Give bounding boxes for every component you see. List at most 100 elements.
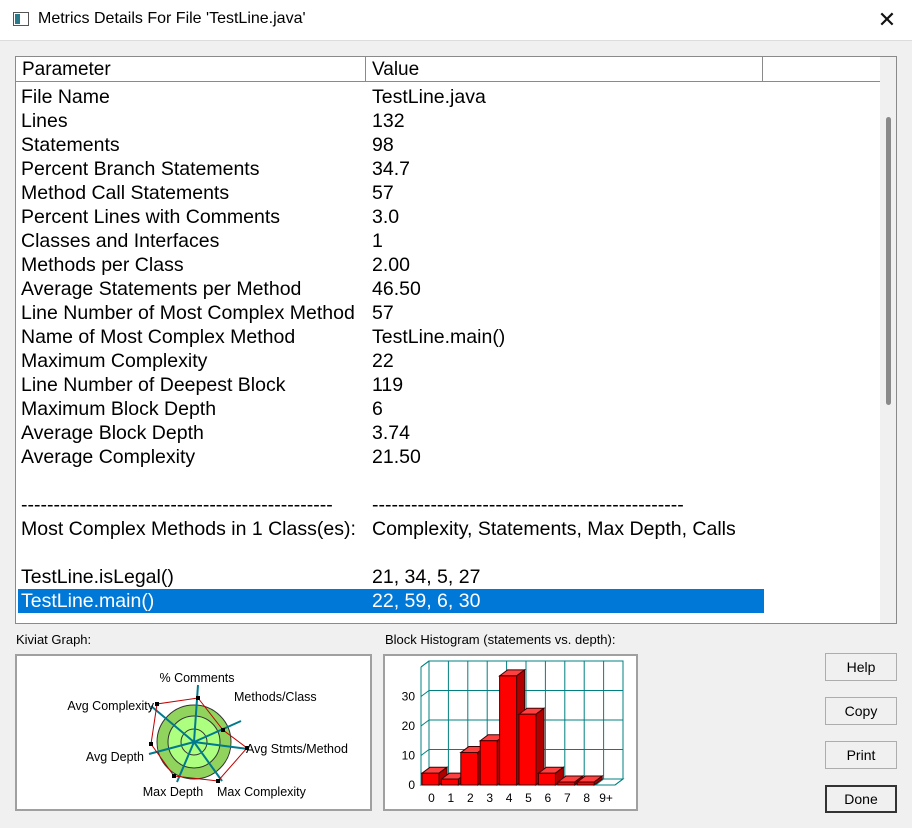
parameter-cell: Most Complex Methods in 1 Class(es):: [21, 518, 356, 540]
table-row[interactable]: Line Number of Most Complex Method 57: [16, 301, 882, 325]
value-cell: 119: [372, 374, 404, 396]
histogram-label: Block Histogram (statements vs. depth):: [385, 632, 616, 647]
done-button[interactable]: Done: [825, 785, 897, 813]
kiviat-axis-label: % Comments: [159, 671, 234, 685]
histogram-bar: [518, 713, 537, 786]
value-cell: TestLine.main(): [372, 326, 506, 348]
value-cell: 3.0: [372, 206, 400, 228]
y-tick-label: 20: [402, 719, 416, 733]
kiviat-axis-label: Max Depth: [143, 785, 203, 799]
table-row[interactable]: Statements 98: [16, 133, 882, 157]
parameter-cell: Percent Lines with Comments: [21, 206, 281, 228]
parameter-cell: Average Block Depth: [21, 422, 204, 444]
parameter-cell: TestLine.isLegal(): [21, 566, 174, 588]
table-row[interactable]: Average Block Depth 3.74: [16, 421, 882, 445]
parameter-cell: Average Complexity: [21, 446, 196, 468]
x-tick-label: 4: [506, 791, 513, 805]
x-tick-label: 8: [583, 791, 590, 805]
value-cell: 1: [372, 230, 383, 252]
y-tick-label: 30: [402, 690, 416, 704]
parameter-cell: Name of Most Complex Method: [21, 326, 296, 348]
table-row[interactable]: Maximum Block Depth 6: [16, 397, 882, 421]
column-header-value[interactable]: Value: [366, 57, 763, 82]
table-rows: File Name TestLine.java Lines 132 Statements…: [16, 85, 882, 613]
y-tick-label: 0: [408, 778, 415, 792]
table-row[interactable]: Methods per Class 2.00: [16, 253, 882, 277]
kiviat-point: [155, 702, 159, 706]
title-bar: Metrics Details For File 'TestLine.java'…: [0, 0, 912, 41]
value-cell: 6: [372, 398, 383, 420]
value-cell: 98: [372, 134, 394, 156]
histogram-bar: [557, 781, 576, 786]
value-cell: 46.50: [372, 278, 421, 300]
table-row[interactable]: File Name TestLine.java: [16, 85, 882, 109]
table-row[interactable]: Classes and Interfaces 1: [16, 229, 882, 253]
table-row[interactable]: Line Number of Deepest Block 119: [16, 373, 882, 397]
table-row[interactable]: [16, 541, 882, 565]
print-button[interactable]: Print: [825, 741, 897, 769]
kiviat-axis-label: Max Complexity: [217, 785, 307, 799]
close-button[interactable]: ✕: [862, 0, 912, 40]
value-cell: TestLine.java: [372, 86, 486, 108]
x-tick-label: 9+: [599, 791, 613, 805]
kiviat-label: Kiviat Graph:: [16, 632, 92, 647]
metrics-table[interactable]: Parameter Value File Name TestLine.java Li…: [15, 56, 897, 624]
kiviat-point: [172, 774, 176, 778]
column-header-parameter[interactable]: Parameter: [16, 57, 366, 82]
value-cell: 22, 59, 6, 30: [372, 590, 481, 612]
kiviat-axis-label: Avg Depth: [86, 750, 144, 764]
table-row[interactable]: [16, 469, 882, 493]
x-tick-label: 6: [545, 791, 552, 805]
histogram-gridline: [420, 660, 430, 668]
table-row[interactable]: Most Complex Methods in 1 Class(es): Comp…: [16, 517, 882, 541]
block-histogram: 01020300 1 2 3 4 5 6 7 8 9+: [402, 660, 625, 805]
histogram-bar: [499, 675, 518, 786]
y-tick-label: 10: [402, 749, 416, 763]
table-row[interactable]: TestLine.isLegal() 21, 34, 5, 27: [16, 565, 882, 589]
value-cell: 3.74: [372, 422, 410, 444]
app-icon: [13, 12, 29, 26]
value-cell: 34.7: [372, 158, 410, 180]
x-tick-label: 7: [564, 791, 571, 805]
kiviat-point: [216, 779, 220, 783]
value-cell: 21.50: [372, 446, 421, 468]
value-cell: 2.00: [372, 254, 410, 276]
value-cell: Complexity, Statements, Max Depth, Calls: [372, 518, 736, 540]
vertical-scrollbar[interactable]: [880, 57, 896, 623]
x-tick-label: 3: [486, 791, 493, 805]
parameter-cell: Statements: [21, 134, 120, 156]
table-row[interactable]: TestLine.main() 22, 59, 6, 30: [16, 589, 882, 613]
table-row[interactable]: ----------------------------------------…: [16, 493, 882, 517]
value-cell: 57: [372, 302, 394, 324]
table-row[interactable]: Method Call Statements 57: [16, 181, 882, 205]
histogram-bar: [460, 752, 479, 786]
kiviat-axis-label: Methods/Class: [234, 690, 317, 704]
value-cell: 132: [372, 110, 405, 132]
table-row[interactable]: Average Complexity 21.50: [16, 445, 882, 469]
parameter-cell: Maximum Block Depth: [21, 398, 217, 420]
kiviat-graph: % CommentsMethods/Class Avg Stmts/Method M…: [67, 671, 348, 799]
kiviat-point: [196, 696, 200, 700]
table-row[interactable]: Percent Branch Statements 34.7: [16, 157, 882, 181]
value-cell: ----------------------------------------…: [372, 494, 684, 516]
x-tick-label: 2: [467, 791, 474, 805]
parameter-cell: File Name: [21, 86, 110, 108]
table-row[interactable]: Average Statements per Method 46.50: [16, 277, 882, 301]
histogram-gridline: [420, 690, 430, 697]
table-row[interactable]: Name of Most Complex Method TestLine.main…: [16, 325, 882, 349]
parameter-cell: TestLine.main(): [21, 590, 155, 612]
histogram-bar: [537, 772, 556, 786]
parameter-cell: Line Number of Most Complex Method: [21, 302, 355, 324]
parameter-cell: Methods per Class: [21, 254, 184, 276]
table-row[interactable]: Percent Lines with Comments 3.0: [16, 205, 882, 229]
help-button[interactable]: Help: [825, 653, 897, 681]
parameter-cell: Method Call Statements: [21, 182, 230, 204]
table-row[interactable]: Lines 132: [16, 109, 882, 133]
table-row[interactable]: Maximum Complexity 22: [16, 349, 882, 373]
x-tick-label: 1: [448, 791, 455, 805]
scrollbar-thumb[interactable]: [886, 117, 891, 405]
kiviat-point: [149, 742, 153, 746]
copy-button[interactable]: Copy: [825, 697, 897, 725]
histogram-gridline: [420, 749, 430, 756]
histogram-bar: [440, 778, 459, 786]
